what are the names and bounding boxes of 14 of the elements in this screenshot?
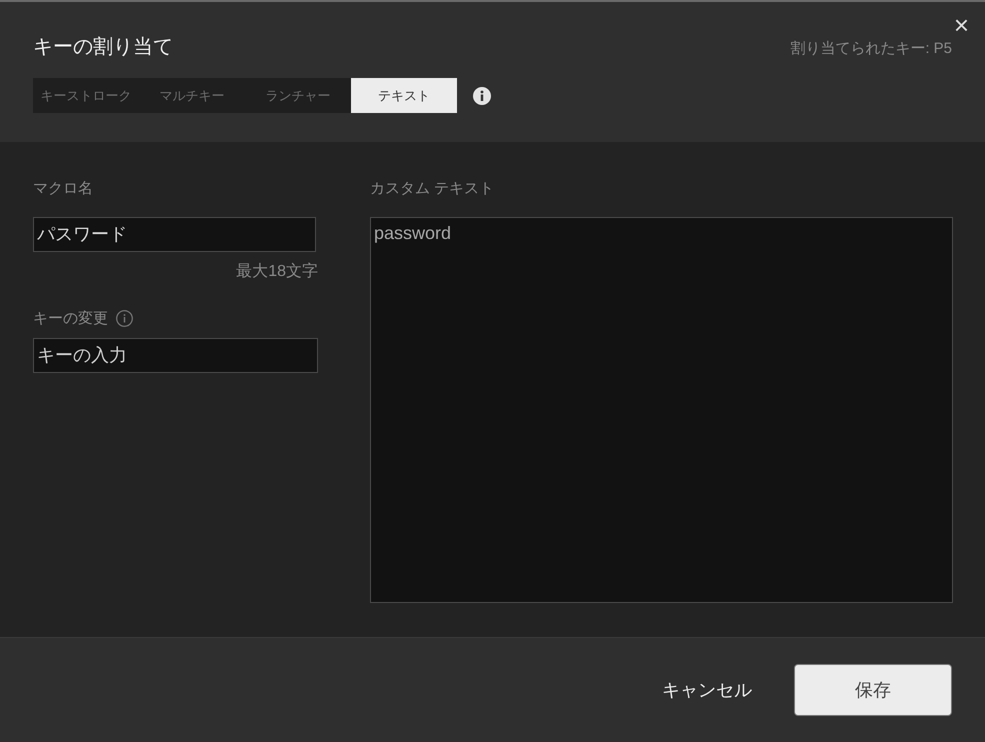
assigned-key-label: 割り当てられたキー: P5 <box>790 39 952 59</box>
field-label: カスタム テキスト <box>370 179 496 199</box>
macro-name-field[interactable]: パスワード <box>33 216 316 252</box>
field-label: マクロ名 <box>33 179 94 199</box>
save-button[interactable]: 保存 <box>794 664 952 716</box>
custom-text-field[interactable]: password <box>370 216 953 602</box>
field-label: キーの変更 <box>33 308 108 328</box>
close-button[interactable]: × <box>950 12 973 38</box>
key-input-field[interactable]: キーの入力 <box>33 338 318 373</box>
dialog-title: キーの割り当て <box>33 35 173 60</box>
cancel-button[interactable]: キャンセル <box>656 676 758 704</box>
tab[interactable]: テキスト <box>351 78 457 113</box>
info-icon[interactable] <box>473 86 491 104</box>
hint-text: 最大18文字 <box>236 262 318 280</box>
